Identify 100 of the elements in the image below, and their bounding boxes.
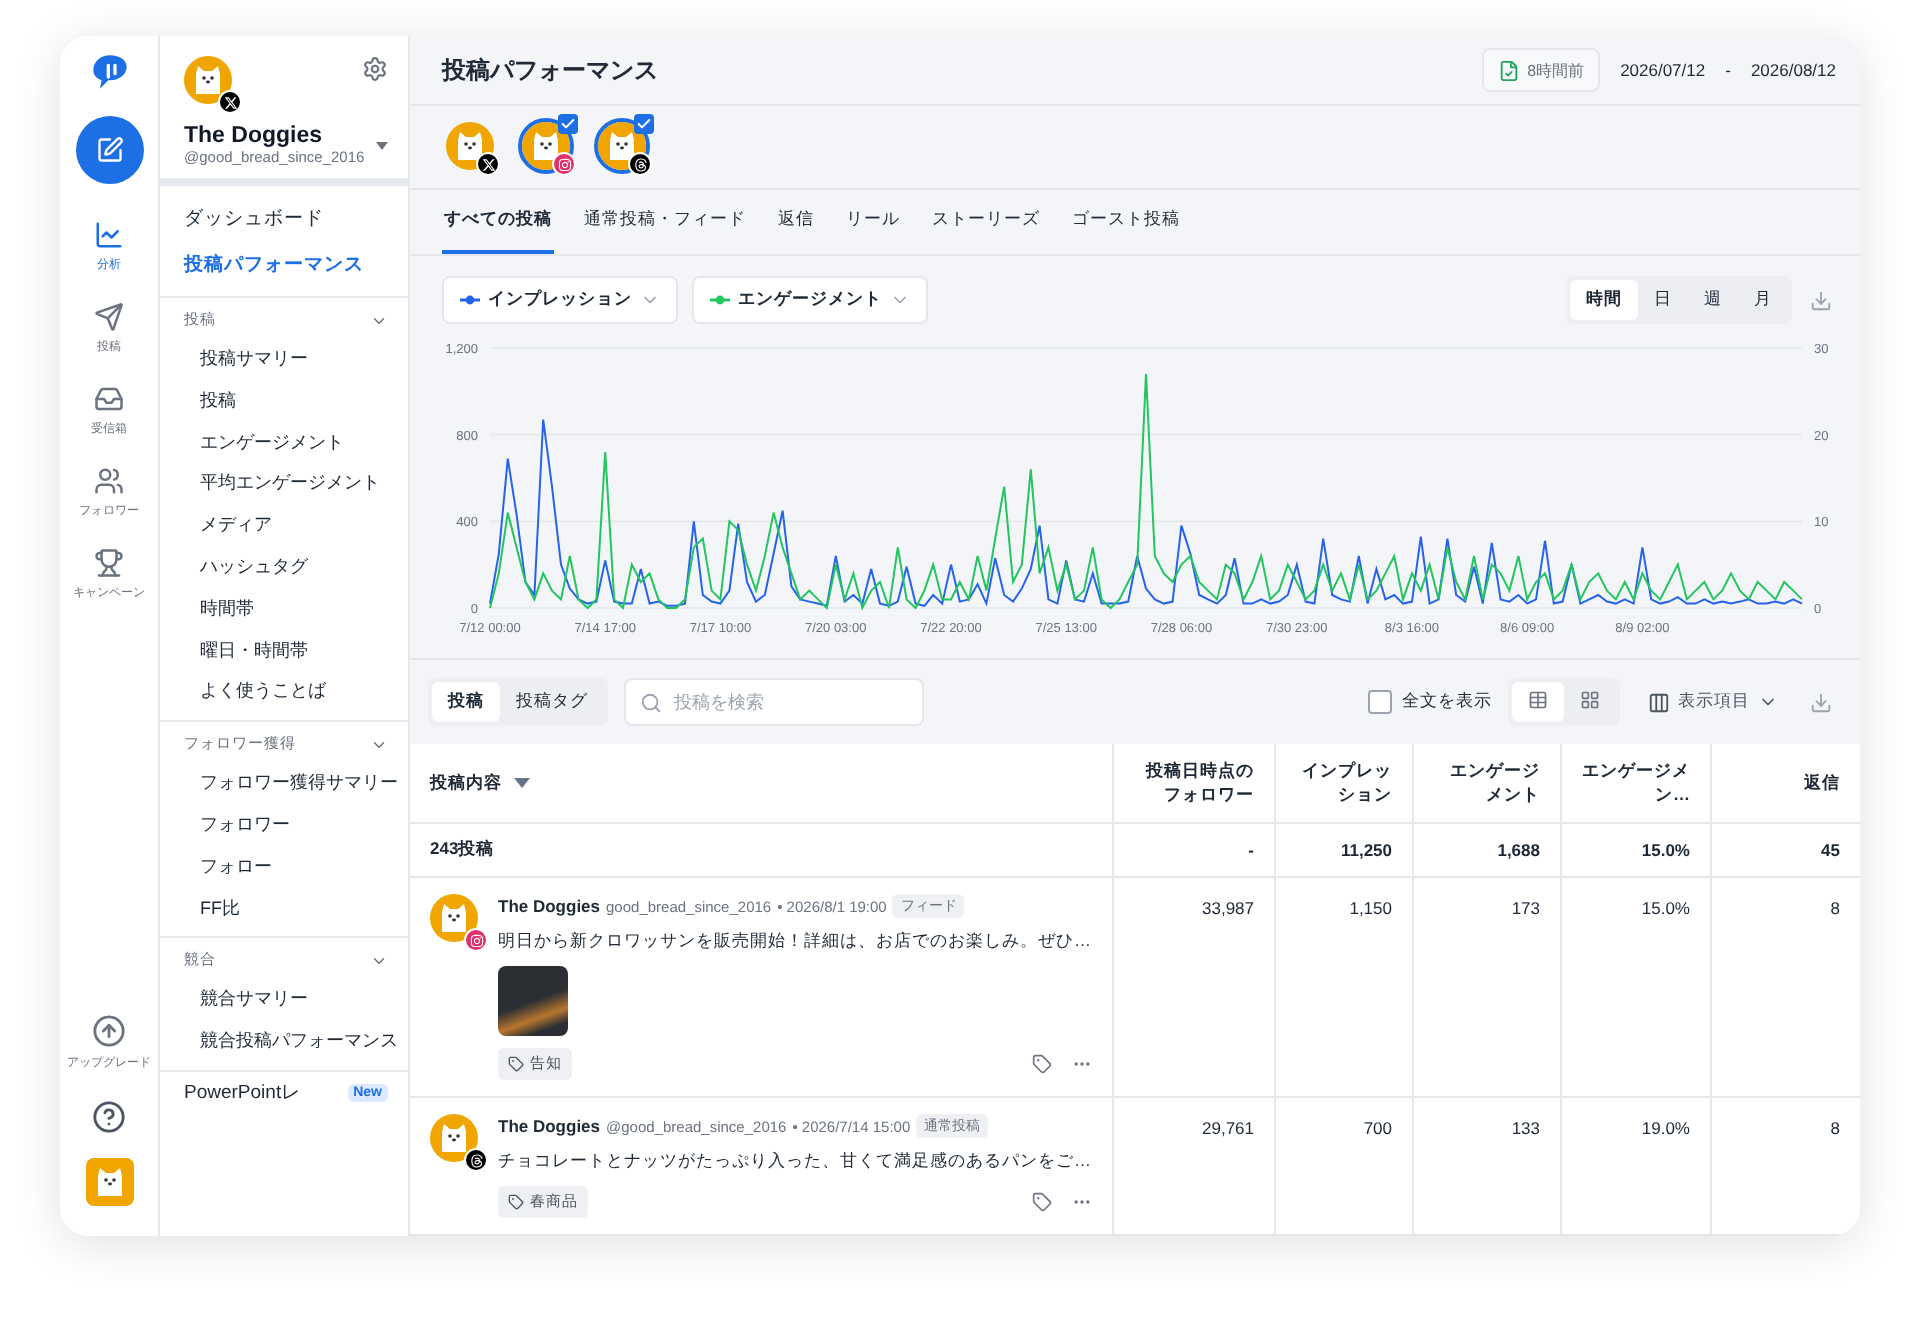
legend-marker-icon xyxy=(460,294,480,306)
granularity-toggle[interactable]: 日 xyxy=(1638,280,1688,320)
page-title: 投稿パフォーマンス xyxy=(442,53,660,87)
sidebar-sub-item[interactable]: 時間帯 xyxy=(160,587,408,630)
sidebar-sub-item[interactable]: 競合サマリー xyxy=(160,978,408,1021)
tab[interactable]: 返信 xyxy=(776,190,816,254)
granularity-toggle[interactable]: 時間 xyxy=(1570,280,1638,320)
table-cell: 33,987 xyxy=(1112,878,1274,1098)
table-cell: 173 xyxy=(1412,878,1560,1098)
granularity-toggle[interactable]: 週 xyxy=(1688,280,1738,320)
tag-icon xyxy=(508,1194,524,1210)
settings-icon[interactable] xyxy=(362,56,388,82)
tag-icon[interactable] xyxy=(1032,1192,1052,1212)
report-button[interactable]: 8時間前 xyxy=(1481,48,1601,92)
tab[interactable]: ゴースト投稿 xyxy=(1070,190,1182,254)
help-icon[interactable] xyxy=(92,1100,126,1134)
sidebar-sub-item[interactable]: フォロワー獲得サマリー xyxy=(160,762,408,804)
column-header[interactable]: 返信 xyxy=(1710,744,1860,824)
tab[interactable]: 通常投稿・フィード xyxy=(582,190,748,254)
sidebar-nav-item[interactable]: ダッシュボード xyxy=(160,196,408,242)
arrow-up-circle-icon xyxy=(92,1014,126,1048)
app-logo-icon xyxy=(89,52,129,92)
account-avatar[interactable] xyxy=(442,118,498,174)
grid-icon xyxy=(1580,690,1600,710)
summary-cell: 45 xyxy=(1710,824,1860,878)
post-author: The Doggies xyxy=(498,1116,601,1136)
full-text-checkbox[interactable]: 全文を表示 xyxy=(1368,690,1492,714)
metric-dropdown[interactable]: インプレッション xyxy=(442,276,678,324)
inbox-icon xyxy=(94,384,124,414)
check-icon xyxy=(558,114,578,134)
people-icon xyxy=(94,466,124,496)
threads-logo-icon xyxy=(469,1153,483,1167)
columns-icon xyxy=(1648,691,1670,713)
line-chart-icon xyxy=(94,220,124,250)
x-logo-icon xyxy=(481,157,495,171)
trophy-icon xyxy=(94,548,124,578)
summary-cell: 243投稿 xyxy=(410,824,1112,878)
instagram-logo-icon xyxy=(557,157,571,171)
post-text[interactable]: 明日から新クロワッサンを販売開始！詳細は、お店でのお楽しみ。ぜひ… xyxy=(498,930,1092,954)
table-cell: 8 xyxy=(1710,1098,1860,1236)
column-header[interactable]: インプレッション xyxy=(1274,744,1412,824)
compose-icon xyxy=(95,136,123,164)
mode-toggle[interactable]: 投稿タグ xyxy=(500,682,604,722)
compose-button[interactable] xyxy=(75,116,143,184)
sidebar-sub-item[interactable]: 平均エンゲージメント xyxy=(160,462,408,505)
download-icon xyxy=(1810,691,1832,713)
sidebar-sub-item[interactable]: 競合投稿パフォーマンス xyxy=(160,1020,408,1062)
legend-marker-icon xyxy=(710,294,730,306)
post-author: The Doggies xyxy=(498,896,601,916)
tag-icon xyxy=(508,1056,524,1072)
sidebar-sub-item[interactable]: よく使うことば xyxy=(160,670,408,713)
table-cell: 29,761 xyxy=(1112,1098,1274,1236)
search-field[interactable]: 投稿を検索 xyxy=(624,678,924,726)
sidebar-sub-item[interactable]: エンゲージメント xyxy=(160,421,408,463)
download-icon xyxy=(1810,289,1832,311)
sidebar-sub-item[interactable]: メディア xyxy=(160,504,408,546)
tab[interactable]: ストーリーズ xyxy=(930,190,1042,254)
column-header[interactable]: エンゲージメン… xyxy=(1560,744,1710,824)
sidebar-sub-item[interactable]: フォロワー xyxy=(160,803,408,846)
summary-cell: - xyxy=(1112,824,1274,878)
mode-toggle[interactable]: 投稿 xyxy=(432,682,500,722)
check-icon xyxy=(634,114,654,134)
column-header[interactable]: エンゲージメント xyxy=(1412,744,1560,824)
columns-button[interactable]: 表示項目 xyxy=(1636,688,1790,716)
granularity-toggle[interactable]: 月 xyxy=(1738,280,1788,320)
paper-plane-icon xyxy=(94,302,124,332)
table-cell: 133 xyxy=(1412,1098,1560,1236)
view-toggle[interactable] xyxy=(1512,682,1564,722)
sidebar-nav-item[interactable]: 投稿パフォーマンス xyxy=(160,242,408,288)
threads-logo-icon xyxy=(633,157,647,171)
caret-icon[interactable] xyxy=(376,141,388,149)
sidebar-sub-item[interactable]: フォロー xyxy=(160,845,408,888)
sidebar-sub-item[interactable]: 投稿 xyxy=(160,379,408,422)
sidebar-sub-item[interactable]: 投稿サマリー xyxy=(160,338,408,380)
file-check-icon xyxy=(1497,59,1520,81)
date-from[interactable]: 2026/07/12 xyxy=(1620,60,1706,80)
dog-avatar-icon xyxy=(85,1158,133,1206)
search-icon xyxy=(640,692,662,714)
tab[interactable]: リール xyxy=(844,190,902,254)
tab[interactable]: すべての投稿 xyxy=(442,190,554,254)
table-cell: 19.0% xyxy=(1560,1098,1710,1236)
table-cell: 1,150 xyxy=(1274,878,1412,1098)
instagram-logo-icon xyxy=(469,933,483,947)
table-cell: 8 xyxy=(1710,878,1860,1098)
account-name: The Doggies xyxy=(184,124,325,148)
sidebar-sub-item[interactable]: FF比 xyxy=(160,887,408,929)
account-avatar[interactable] xyxy=(594,118,650,174)
checkbox[interactable] xyxy=(1368,690,1392,714)
date-separator: - xyxy=(1725,60,1731,80)
sidebar-sub-item[interactable]: 曜日・時間帯 xyxy=(160,629,408,671)
metric-dropdown[interactable]: エンゲージメント xyxy=(692,276,928,324)
table-cell: 700 xyxy=(1274,1098,1412,1236)
sidebar-sub-item[interactable]: ハッシュタグ xyxy=(160,545,408,588)
post-text[interactable]: チョコレートとナッツがたっぷり入った、甘くて満足感のあるパンをご… xyxy=(498,1150,1092,1174)
summary-cell: 1,688 xyxy=(1412,824,1560,878)
table-icon xyxy=(1528,690,1548,710)
date-to[interactable]: 2026/08/12 xyxy=(1750,60,1836,80)
summary-cell: 15.0% xyxy=(1560,824,1710,878)
column-header[interactable]: 投稿日時点のフォロワー xyxy=(1112,744,1274,824)
tag-icon[interactable] xyxy=(1032,1054,1052,1074)
